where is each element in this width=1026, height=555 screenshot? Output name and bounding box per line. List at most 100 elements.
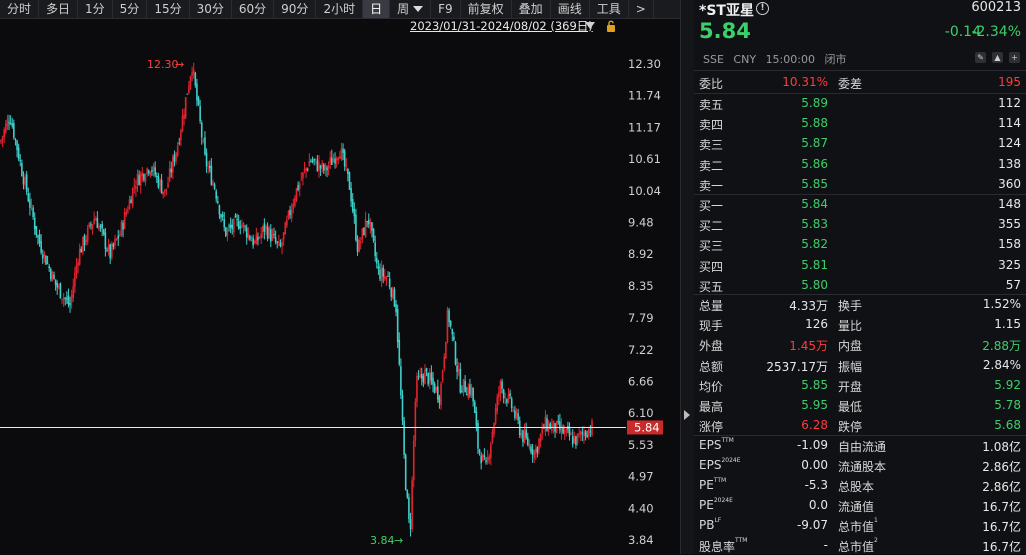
candle-body [91,224,94,229]
candle-body [5,123,7,133]
candle-body [72,286,75,298]
fundamental-value: 0.0 [808,498,828,512]
candle-body [473,401,476,413]
lock-icon[interactable] [606,20,616,32]
stat-value: 5.95 [801,398,828,412]
panel-collapse-toggle[interactable] [680,0,695,554]
y-tick-label: 6.10 [628,406,654,420]
toolbar-item-5[interactable]: 30分 [190,0,232,18]
candle-body [493,423,495,434]
candle-body [66,298,68,300]
toolbar-item-13[interactable]: 叠加 [512,0,551,18]
toolbar-item-2[interactable]: 1分 [78,0,113,18]
candle-body [138,175,140,186]
toolbar-item-6[interactable]: 60分 [232,0,275,18]
candle-body [241,224,243,228]
candle-body [350,187,352,202]
y-tick-label: 8.35 [628,279,654,293]
toolbar-item-9[interactable]: 日 [363,0,391,18]
candle-body [287,210,290,218]
candle-body [236,218,238,220]
fundamental-row: PETTM -5.3 总股本 2.86亿 [694,475,1026,495]
candle-body [435,387,438,391]
candle-body [318,162,320,171]
candle-body [141,172,144,177]
toolbar-item-11[interactable]: F9 [431,0,461,18]
candle-body [517,413,519,421]
candle-body [384,276,386,280]
candle-body [286,219,288,226]
fundamental-row: PE2024E 0.0 流通值 16.7亿 [694,495,1026,515]
candle-body [348,172,351,190]
candle-body [253,241,256,244]
stat-label: 涨停 [699,420,724,435]
add-icon[interactable]: + [1009,52,1020,63]
bell-icon[interactable]: ▲ [992,52,1003,63]
candle-body [586,435,588,438]
candle-body [531,449,534,455]
toolbar-item-7[interactable]: 90分 [274,0,317,18]
candle-body [298,183,301,189]
toolbar-item-15[interactable]: 工具 [590,0,629,18]
candle-body [319,165,322,169]
candle-body [62,297,65,300]
candle-body [369,221,372,227]
collapse-arrow-icon[interactable] [684,410,690,420]
y-tick-label: 8.92 [628,247,654,261]
bid-row: 买四 5.81 325 [694,255,1026,275]
candle-body [226,228,229,236]
toolbar-item-3[interactable]: 5分 [113,0,148,18]
candle-body [102,229,105,235]
candle-body [565,428,568,431]
y-tick-label: 11.17 [628,121,661,135]
last-price: 5.84 [699,19,751,43]
candle-body [249,235,251,240]
candle-body [32,207,34,217]
candle-body [412,440,415,481]
candle-body [515,412,518,415]
fundamental-value: 16.7亿 [982,500,1021,514]
fundamental-value: 16.7亿 [982,520,1021,534]
candle-body [359,241,362,244]
fundamental-value: 2.86亿 [982,460,1021,474]
candle-body [591,420,593,436]
date-range-selector[interactable]: 2023/01/31-2024/08/02 (369日) [410,18,593,34]
candle-body [258,237,261,239]
toolbar-item-1[interactable]: 多日 [39,0,79,18]
toolbar-item-0[interactable]: 分时 [0,0,40,18]
candle-body [300,179,303,181]
candle-body [514,410,516,418]
fundamental-label-text: 自由流通 [838,440,887,454]
candle-body [75,264,78,274]
toolbar-item-10[interactable]: 周 [390,0,432,18]
candle-body [40,241,42,253]
toolbar-item-8[interactable]: 2小时 [316,0,364,18]
candle-body [491,431,494,443]
candle-body [229,224,232,228]
bid-label: 买五 [699,279,724,294]
candle-body [14,139,17,141]
toolbar-item-14[interactable]: 画线 [551,0,590,18]
info-icon[interactable]: ! [756,2,769,15]
toolbar-item-12[interactable]: 前复权 [461,0,512,18]
candle-body [398,339,401,365]
candle-body [478,449,481,453]
bid-row: 买二 5.83 355 [694,214,1026,234]
toolbar-item-16[interactable]: > [629,0,654,18]
candle-body [155,175,158,177]
range-dropdown-icon[interactable] [585,22,595,29]
kline-chart[interactable]: 12.30 11.74 11.17 10.61 10.04 9.48 8.92 8.35 7.7… [0,36,680,554]
toolbar-item-4[interactable]: 15分 [147,0,190,18]
candle-body [245,227,248,238]
candle-body [578,433,580,435]
edit-icon[interactable]: ✎ [975,52,986,63]
candle-body [575,435,577,446]
candle-body [13,123,15,138]
candle-body [321,162,323,167]
candle-body [430,372,433,381]
fundamental-value: -1.09 [796,438,828,452]
candle-body [579,431,582,435]
candle-body [451,329,454,335]
candle-body [494,408,497,424]
y-tick-label: 4.40 [628,501,654,515]
